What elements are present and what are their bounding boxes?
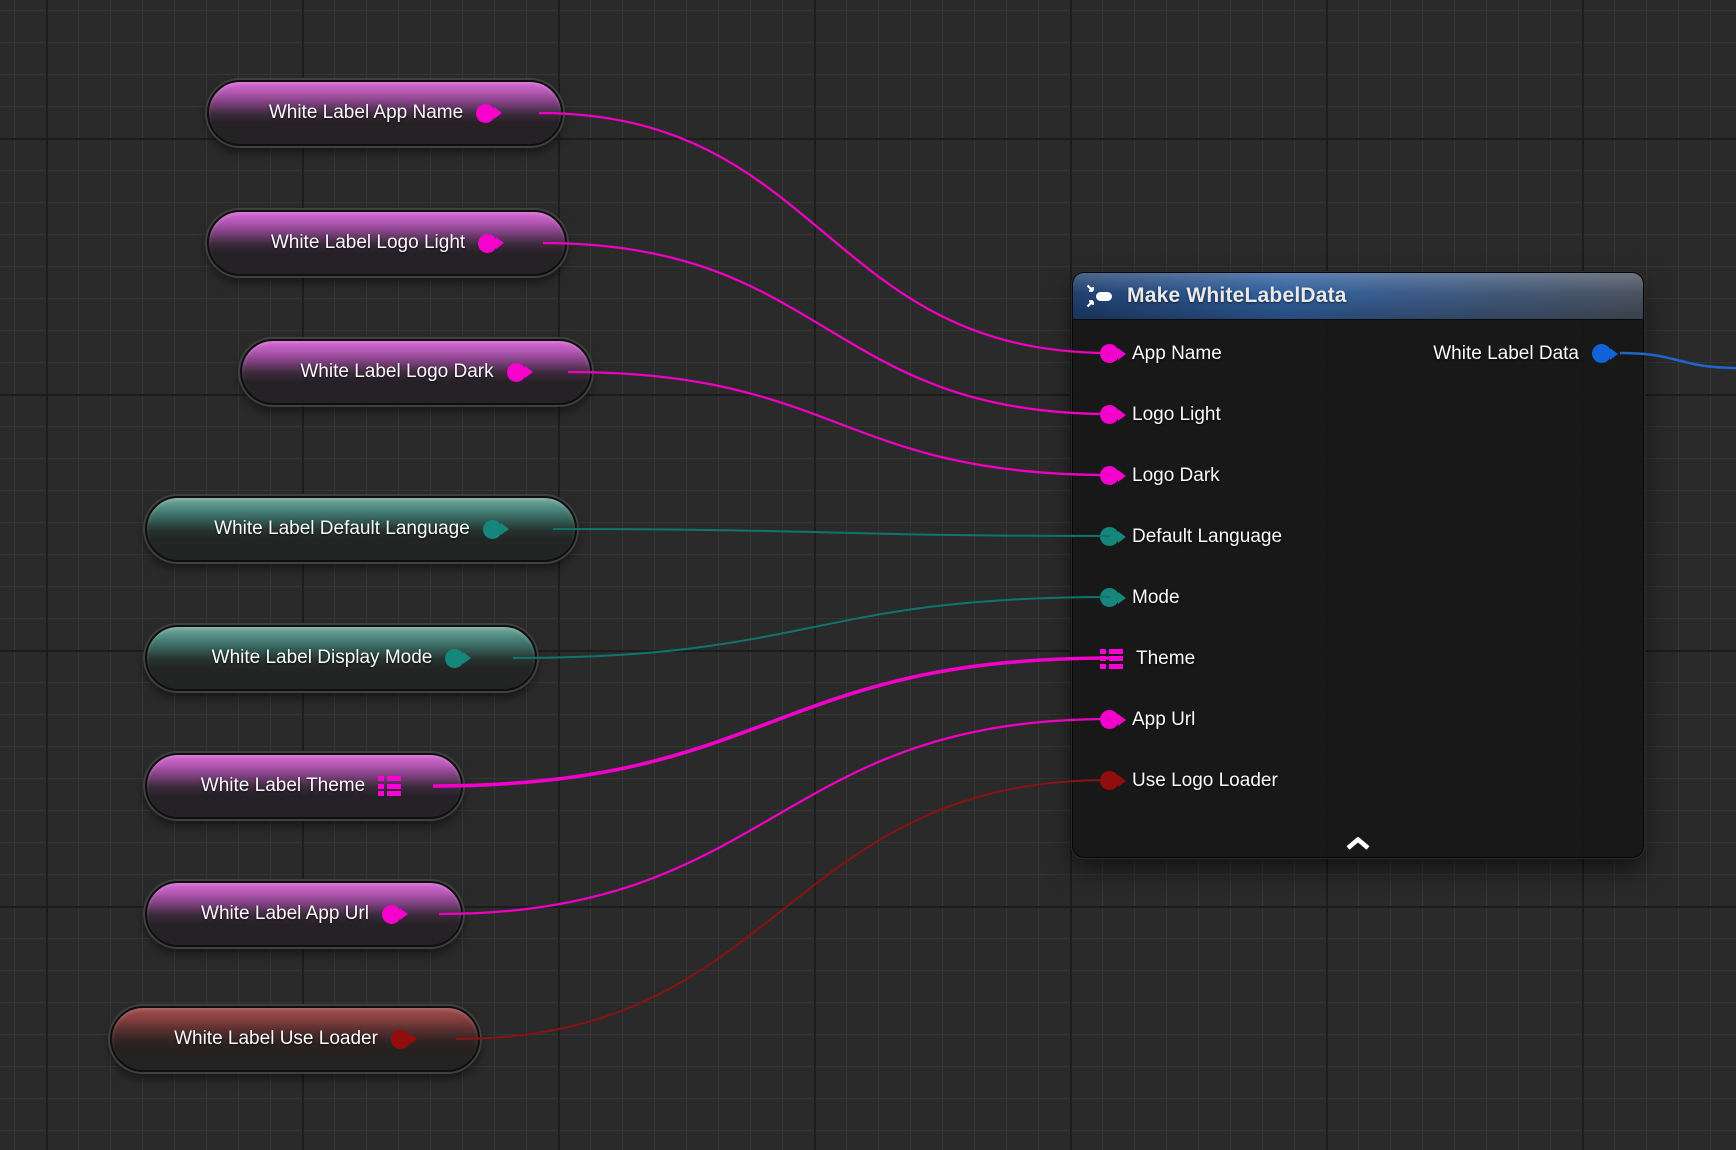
input-pin-label: App Url — [1132, 709, 1195, 731]
input-pin-label: Logo Light — [1132, 404, 1221, 426]
input-row-theme: Theme — [1073, 628, 1643, 689]
node-make-whitelabeldata[interactable]: Make WhiteLabelData App Name Logo Light Lo… — [1072, 272, 1644, 858]
node-label: White Label App Url — [201, 903, 369, 925]
node-label: White Label Theme — [201, 775, 365, 797]
node-label: White Label Logo Light — [271, 232, 465, 254]
wire-app-url[interactable] — [439, 719, 1110, 914]
node-get-white-label-display-mode[interactable]: White Label Display Mode — [145, 625, 537, 691]
collapse-node-button[interactable] — [1073, 836, 1643, 851]
node-get-white-label-app-name[interactable]: White Label App Name — [207, 80, 563, 146]
node-label: White Label App Name — [269, 102, 463, 124]
input-row-default-language: Default Language — [1073, 506, 1643, 567]
input-row-logo-light: Logo Light — [1073, 384, 1643, 445]
node-header[interactable]: Make WhiteLabelData — [1073, 273, 1643, 320]
output-pin-white-label-logo-dark[interactable] — [507, 363, 526, 382]
wire-default-language[interactable] — [553, 529, 1110, 536]
node-label: White Label Display Mode — [212, 647, 433, 669]
wire-mode[interactable] — [513, 597, 1110, 658]
output-pin-white-label-app-url[interactable] — [382, 905, 401, 924]
input-pin-label: Default Language — [1132, 526, 1282, 548]
input-pin-label: Use Logo Loader — [1132, 770, 1278, 792]
wire-theme[interactable] — [433, 658, 1110, 786]
node-get-white-label-use-loader[interactable]: White Label Use Loader — [110, 1006, 480, 1072]
output-pin-white-label-display-mode[interactable] — [445, 649, 464, 668]
blueprint-graph-canvas[interactable]: White Label App Name White Label Logo Lig… — [0, 0, 1736, 1150]
input-row-logo-dark: Logo Dark — [1073, 445, 1643, 506]
input-pin-label: Theme — [1136, 648, 1195, 670]
output-pin-white-label-data[interactable] — [1592, 344, 1611, 363]
node-get-white-label-theme[interactable]: White Label Theme — [145, 753, 463, 819]
node-label: White Label Default Language — [214, 518, 470, 540]
output-pin-white-label-use-loader[interactable] — [391, 1030, 410, 1049]
wire-app-name[interactable] — [539, 113, 1110, 353]
output-pin-white-label-app-name[interactable] — [476, 104, 495, 123]
wire-use-logo-loader[interactable] — [456, 780, 1110, 1039]
input-row-use-logo-loader: Use Logo Loader — [1073, 750, 1643, 811]
node-get-white-label-logo-light[interactable]: White Label Logo Light — [207, 210, 567, 276]
input-row-mode: Mode — [1073, 567, 1643, 628]
output-pin-label: White Label Data — [1433, 343, 1579, 365]
node-label: White Label Use Loader — [174, 1028, 378, 1050]
output-pin-white-label-logo-light[interactable] — [478, 234, 497, 253]
make-struct-icon — [1086, 284, 1116, 308]
output-pin-white-label-default-language[interactable] — [483, 520, 502, 539]
input-pin-label: App Name — [1132, 343, 1222, 365]
node-label: White Label Logo Dark — [300, 361, 493, 383]
input-pin-label: Mode — [1132, 587, 1180, 609]
input-row-app-url: App Url — [1073, 689, 1643, 750]
wire-logo-light[interactable] — [543, 243, 1110, 414]
input-pin-label: Logo Dark — [1132, 465, 1220, 487]
node-get-white-label-app-url[interactable]: White Label App Url — [145, 881, 463, 947]
node-title: Make WhiteLabelData — [1127, 284, 1347, 308]
node-get-white-label-logo-dark[interactable]: White Label Logo Dark — [240, 339, 592, 405]
output-pin-white-label-theme[interactable] — [378, 776, 401, 796]
node-get-white-label-default-language[interactable]: White Label Default Language — [145, 496, 577, 562]
wire-logo-dark[interactable] — [568, 372, 1110, 475]
chevron-up-icon — [1344, 836, 1372, 851]
